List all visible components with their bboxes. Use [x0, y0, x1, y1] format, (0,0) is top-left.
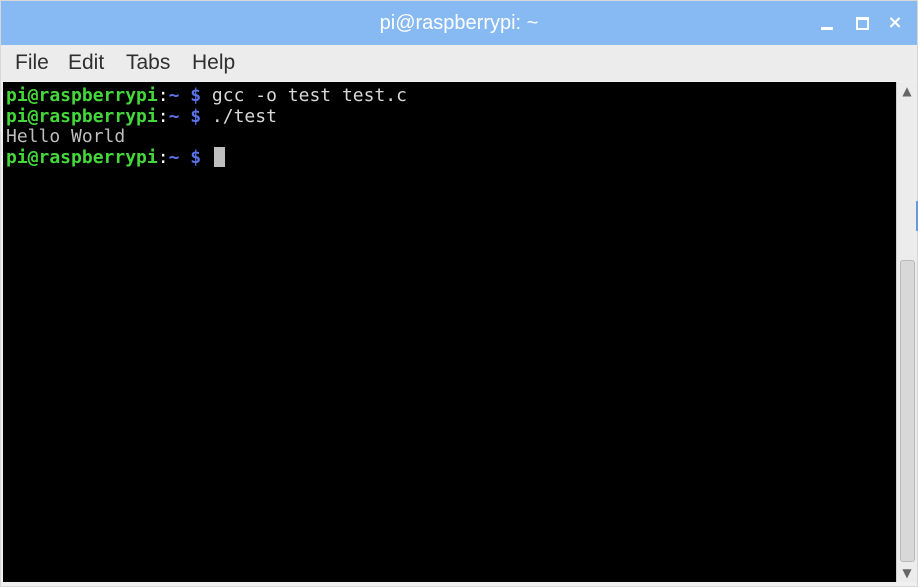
prompt-user: pi@raspberrypi — [6, 85, 158, 106]
command-text: ./test — [201, 106, 277, 127]
command-text: gcc -o test test.c — [201, 85, 407, 106]
scroll-up-arrow-icon[interactable]: ▲ — [899, 84, 915, 98]
maximize-button[interactable] — [848, 9, 876, 37]
text-cursor — [213, 147, 225, 167]
command-text — [201, 147, 212, 168]
terminal-line: pi@raspberrypi:~ $ gcc -o test test.c — [6, 85, 407, 106]
terminal-line: pi@raspberrypi:~ $ — [6, 147, 225, 168]
maximize-icon — [856, 17, 869, 30]
prompt-user: pi@raspberrypi — [6, 106, 158, 127]
minimize-icon — [821, 27, 833, 30]
terminal-line: pi@raspberrypi:~ $ ./test — [6, 106, 277, 127]
window-title: pi@raspberrypi: ~ — [379, 12, 539, 34]
prompt-path: ~ $ — [168, 85, 202, 106]
scroll-down-arrow-icon[interactable]: ▼ — [899, 566, 915, 580]
program-output: Hello World — [6, 126, 126, 147]
menu-bar: File Edit Tabs Help — [1, 45, 917, 81]
minimize-button[interactable] — [813, 9, 841, 37]
menu-edit[interactable]: Edit — [68, 45, 104, 81]
prompt-path: ~ $ — [168, 147, 202, 168]
terminal-output-area[interactable]: pi@raspberrypi:~ $ gcc -o test test.c pi… — [3, 82, 896, 582]
prompt-separator: : — [157, 106, 169, 127]
prompt-user: pi@raspberrypi — [6, 147, 158, 168]
terminal-window: pi@raspberrypi: ~ × File Edit Tabs Help … — [0, 0, 918, 587]
vertical-scrollbar[interactable]: ▲ ▼ — [896, 82, 917, 582]
prompt-path: ~ $ — [168, 106, 202, 127]
scroll-thumb[interactable] — [900, 260, 915, 562]
prompt-separator: : — [157, 147, 169, 168]
menu-tabs[interactable]: Tabs — [126, 45, 170, 81]
prompt-separator: : — [157, 85, 169, 106]
title-bar[interactable]: pi@raspberrypi: ~ × — [1, 1, 917, 45]
close-button[interactable]: × — [881, 9, 909, 37]
menu-file[interactable]: File — [15, 45, 49, 81]
terminal-line: Hello World — [6, 126, 125, 147]
close-icon: × — [887, 12, 903, 33]
menu-help[interactable]: Help — [192, 45, 235, 81]
